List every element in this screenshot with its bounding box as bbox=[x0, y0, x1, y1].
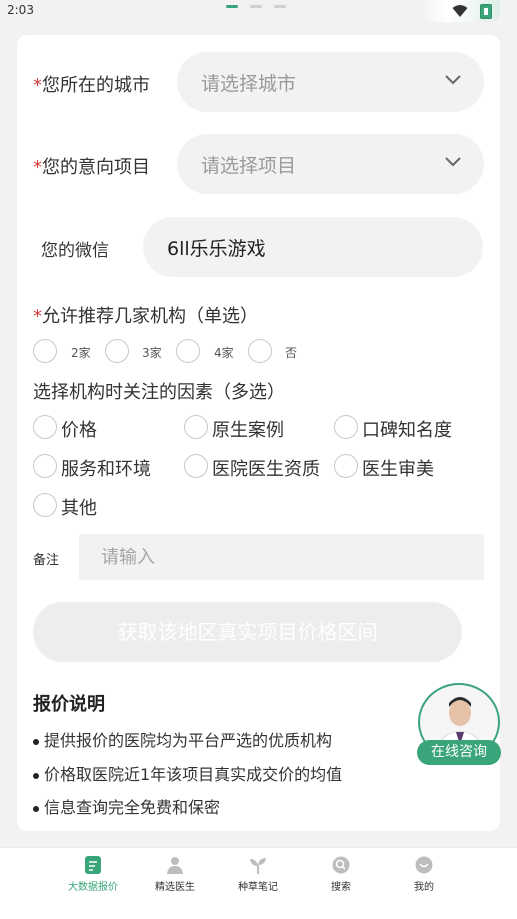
nav-label: 搜索 bbox=[331, 882, 351, 893]
status-bar: 2:03 bbox=[0, 0, 517, 22]
city-select[interactable]: 请选择城市 bbox=[177, 52, 484, 112]
wechat-value: 6ll乐乐游戏 bbox=[167, 238, 266, 260]
radio-label: 3家 bbox=[142, 346, 162, 360]
checkbox-service-environment[interactable] bbox=[33, 454, 57, 478]
required-mark: * bbox=[33, 75, 42, 96]
required-mark: * bbox=[33, 157, 42, 178]
radio-label: 2家 bbox=[71, 346, 91, 360]
nav-item-search[interactable]: 搜索 bbox=[306, 856, 376, 893]
city-select-placeholder: 请选择城市 bbox=[201, 73, 297, 95]
banner-pager-dots bbox=[226, 5, 298, 24]
checkbox-hospital-qualification[interactable] bbox=[184, 454, 208, 478]
banner-dot-active bbox=[226, 5, 238, 8]
online-consult-label: 在线咨询 bbox=[417, 740, 501, 765]
checkbox-label: 其他 bbox=[61, 498, 97, 519]
institutions-label-text: 允许推荐几家机构（单选） bbox=[42, 306, 258, 327]
city-label: *您所在的城市 bbox=[33, 71, 150, 97]
status-icons bbox=[452, 3, 496, 19]
pricing-info-title: 报价说明 bbox=[33, 694, 105, 715]
checkbox-label: 价格 bbox=[61, 420, 97, 441]
checkbox-label: 服务和环境 bbox=[61, 459, 151, 480]
bullet-dot bbox=[33, 738, 39, 745]
report-icon bbox=[85, 856, 101, 874]
institutions-label: *允许推荐几家机构（单选） bbox=[33, 302, 258, 328]
radio-institutions-2[interactable] bbox=[33, 339, 57, 363]
radio-institutions-none[interactable] bbox=[248, 339, 272, 363]
remark-label: 备注 bbox=[33, 553, 60, 568]
checkbox-other[interactable] bbox=[33, 493, 57, 517]
nav-label: 精选医生 bbox=[155, 882, 195, 893]
wechat-label: 您的微信 bbox=[41, 241, 109, 261]
city-label-text: 您所在的城市 bbox=[42, 75, 150, 96]
required-mark: * bbox=[33, 306, 42, 327]
radio-label: 否 bbox=[285, 346, 298, 360]
nav-label: 大数据报价 bbox=[68, 882, 118, 893]
doctor-icon bbox=[167, 857, 183, 874]
radio-institutions-4[interactable] bbox=[176, 339, 200, 363]
nav-item-profile[interactable]: 我的 bbox=[389, 856, 459, 893]
nav-label: 种草笔记 bbox=[238, 882, 278, 893]
project-label: *您的意向项目 bbox=[33, 153, 150, 179]
project-select[interactable]: 请选择项目 bbox=[177, 134, 484, 194]
checkbox-label: 口碑知名度 bbox=[362, 420, 452, 441]
profile-icon bbox=[415, 856, 433, 874]
sprout-icon bbox=[250, 858, 266, 874]
radio-institutions-3[interactable] bbox=[105, 339, 129, 363]
checkbox-price[interactable] bbox=[33, 415, 57, 439]
banner-dot bbox=[274, 5, 286, 8]
checkbox-label: 医生审美 bbox=[362, 459, 434, 480]
project-select-placeholder: 请选择项目 bbox=[201, 155, 297, 177]
checkbox-original-cases[interactable] bbox=[184, 415, 208, 439]
remark-input[interactable] bbox=[79, 534, 484, 580]
factors-label: 选择机构时关注的因素（多选） bbox=[33, 382, 285, 403]
bottom-navigation: 大数据报价 精选医生 种草笔记 搜索 我的 bbox=[0, 847, 517, 919]
chevron-down-icon bbox=[445, 157, 461, 167]
checkbox-doctor-aesthetics[interactable] bbox=[334, 454, 358, 478]
pricing-info-item: 提供报价的医院均为平台严选的优质机构 bbox=[33, 727, 332, 751]
pricing-info-text: 信息查询完全免费和保密 bbox=[44, 798, 221, 817]
bullet-dot bbox=[33, 772, 39, 779]
battery-icon bbox=[480, 4, 492, 19]
status-time: 2:03 bbox=[7, 3, 34, 17]
wifi-icon bbox=[452, 5, 468, 17]
search-icon bbox=[332, 856, 350, 874]
pricing-info-item: 信息查询完全免费和保密 bbox=[33, 794, 220, 818]
radio-label: 4家 bbox=[214, 346, 234, 360]
pricing-info-item: 价格取医院近1年该项目真实成交价的均值 bbox=[33, 761, 342, 785]
wechat-field[interactable]: 6ll乐乐游戏 bbox=[143, 217, 483, 277]
bullet-dot bbox=[33, 805, 39, 812]
online-consult-button[interactable]: 在线咨询 bbox=[417, 683, 501, 765]
checkbox-label: 医院医生资质 bbox=[212, 459, 320, 480]
nav-item-doctors[interactable]: 精选医生 bbox=[140, 856, 210, 893]
banner-dot bbox=[250, 5, 262, 8]
checkbox-reputation[interactable] bbox=[334, 415, 358, 439]
nav-item-notes[interactable]: 种草笔记 bbox=[223, 856, 293, 893]
pricing-info-text: 提供报价的医院均为平台严选的优质机构 bbox=[44, 731, 333, 750]
nav-label: 我的 bbox=[414, 882, 434, 893]
chevron-down-icon bbox=[445, 75, 461, 85]
checkbox-label: 原生案例 bbox=[212, 420, 284, 441]
get-price-range-button[interactable]: 获取该地区真实项目价格区间 bbox=[33, 602, 462, 662]
pricing-info-text: 价格取医院近1年该项目真实成交价的均值 bbox=[44, 765, 343, 784]
project-label-text: 您的意向项目 bbox=[42, 157, 150, 178]
nav-item-big-data-pricing[interactable]: 大数据报价 bbox=[58, 856, 128, 893]
